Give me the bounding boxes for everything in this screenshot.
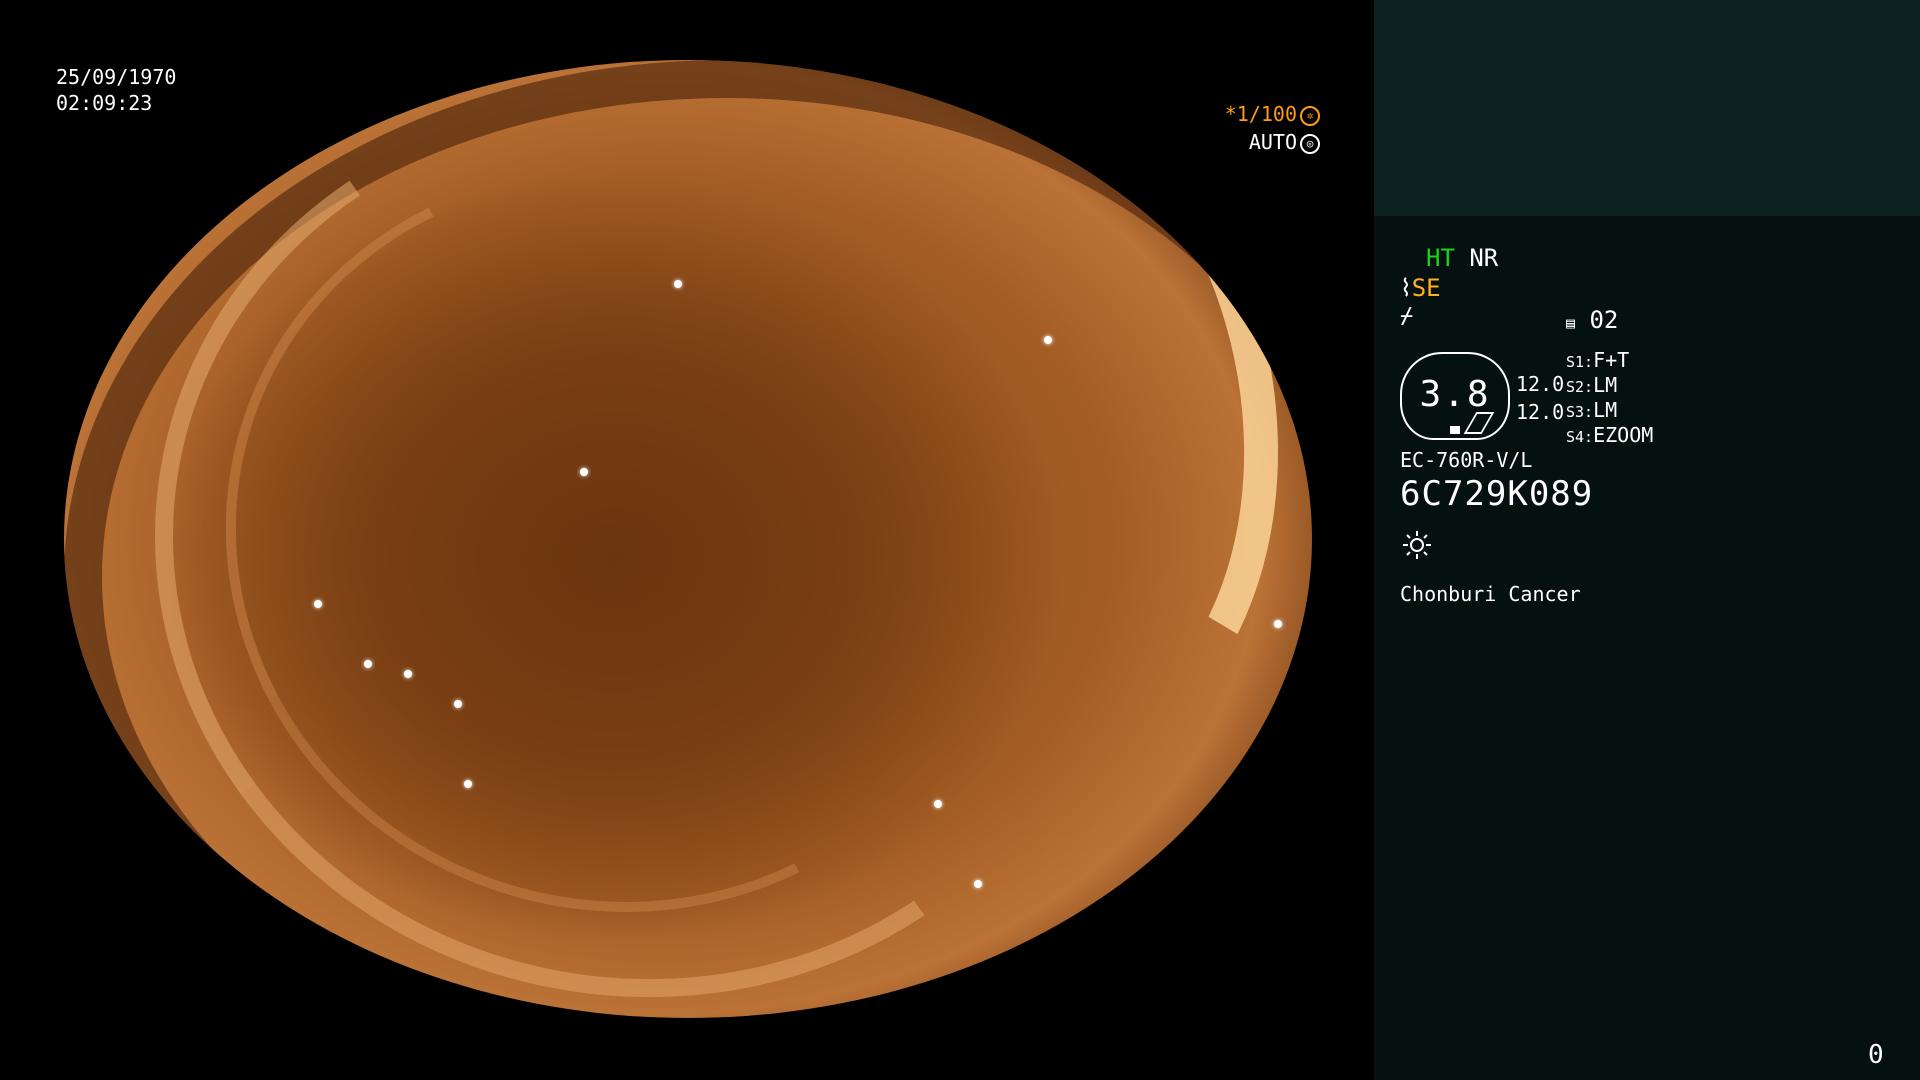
dial-lever-icon — [1463, 412, 1495, 434]
hospital-name: Chonburi Cancer — [1400, 582, 1581, 606]
number-2: 12.0 — [1516, 400, 1565, 424]
mode-indicators: HT NR — [1426, 244, 1498, 272]
shutter-speed: *1/100 ✲ — [1225, 100, 1320, 128]
number-1: 12.0 — [1516, 372, 1565, 396]
glint — [674, 280, 682, 288]
exposure-info: *1/100 ✲ AUTO ◎ — [1225, 100, 1320, 156]
ht-indicator: HT — [1426, 244, 1455, 272]
dial-value: 3.8 — [1419, 374, 1491, 415]
memory-slot: ▤ 02 — [1566, 306, 1618, 334]
panel-header-area — [1374, 0, 1920, 216]
sun-icon — [1403, 531, 1431, 559]
status-panel: HT NR ⌇SE ⌿ ▤ 02 3.8 12.0 12.0 S1:F+T S2… — [1374, 0, 1920, 1080]
memory-icon: ▤ — [1566, 314, 1576, 332]
timestamp: 25/09/1970 02:09:23 — [56, 64, 176, 116]
se-indicator: ⌇SE — [1400, 274, 1441, 302]
s4-value: EZOOM — [1593, 423, 1654, 447]
s1-label: S1: — [1566, 353, 1594, 371]
s3-value: LM — [1593, 398, 1618, 422]
glint — [1174, 220, 1182, 228]
s4-row: S4:EZOOM — [1566, 423, 1653, 447]
se-text: SE — [1411, 274, 1441, 302]
iris-text: AUTO — [1248, 130, 1297, 154]
endoscopy-view: 25/09/1970 02:09:23 *1/100 ✲ AUTO ◎ — [0, 0, 1374, 1080]
s1-value: F+T — [1593, 348, 1630, 372]
glint — [454, 700, 462, 708]
glint — [974, 880, 982, 888]
nr-indicator: NR — [1469, 244, 1499, 272]
enhance-icon: ⌿ — [1400, 304, 1414, 329]
scope-serial: 6C729K089 — [1400, 474, 1594, 514]
glint — [1044, 336, 1052, 344]
iris-mode: AUTO ◎ — [1225, 128, 1320, 156]
memory-text: 02 — [1589, 306, 1619, 334]
date-text: 25/09/1970 — [56, 65, 177, 89]
glint — [580, 468, 588, 476]
glint — [404, 670, 412, 678]
s4-label: S4: — [1566, 428, 1594, 446]
s1-row: S1:F+T — [1566, 348, 1629, 372]
glint — [314, 600, 322, 608]
shutter-icon: ✲ — [1300, 105, 1320, 126]
scope-dial: 3.8 — [1400, 352, 1510, 440]
glint — [934, 800, 942, 808]
dial-marker — [1450, 426, 1460, 434]
s3-label: S3: — [1566, 403, 1594, 421]
shutter-text: *1/100 — [1224, 102, 1297, 126]
endoscope-image — [64, 60, 1312, 1018]
s2-label: S2: — [1566, 378, 1594, 396]
iris-icon: ◎ — [1300, 133, 1320, 154]
glint — [464, 780, 472, 788]
scope-model: EC-760R-V/L — [1400, 448, 1533, 472]
glint — [364, 660, 372, 668]
scope-icon: ⌇ — [1400, 274, 1412, 302]
s2-value: LM — [1593, 373, 1618, 397]
frame-counter: 0 — [1868, 1040, 1884, 1070]
glint — [1274, 620, 1282, 628]
s3-row: S3:LM — [1566, 398, 1617, 422]
s2-row: S2:LM — [1566, 373, 1617, 397]
time-text: 02:09:23 — [56, 91, 153, 115]
